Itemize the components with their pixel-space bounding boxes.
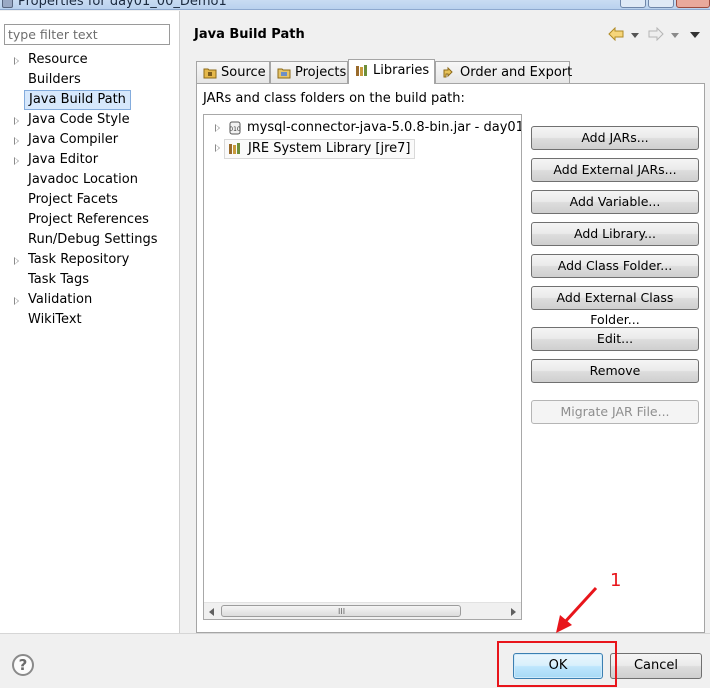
view-menu-icon[interactable] bbox=[690, 32, 700, 38]
tree-item-label: Java Build Path bbox=[24, 90, 131, 110]
tree-item-builders[interactable]: Builders bbox=[0, 70, 180, 90]
tree-item-label: Run/Debug Settings bbox=[28, 232, 158, 247]
tree-item-label: Java Compiler bbox=[28, 132, 119, 147]
tree-item-javadoc-location[interactable]: Javadoc Location bbox=[0, 170, 180, 190]
tree-item-java-editor[interactable]: Java Editor bbox=[0, 150, 180, 170]
properties-nav-pane: Resource Builders Java Build Path Java C… bbox=[0, 11, 180, 633]
scrollbar-thumb[interactable]: III bbox=[221, 605, 461, 617]
tree-item-resource[interactable]: Resource bbox=[0, 50, 180, 70]
tree-item-project-facets[interactable]: Project Facets bbox=[0, 190, 180, 210]
add-class-folder-button[interactable]: Add Class Folder... bbox=[531, 254, 699, 278]
project-folder-icon bbox=[277, 68, 291, 79]
tree-item-wikitext[interactable]: WikiText bbox=[0, 310, 180, 330]
order-export-icon bbox=[443, 66, 453, 78]
scroll-left-icon[interactable] bbox=[209, 608, 214, 616]
libraries-caption: JARs and class folders on the build path… bbox=[203, 91, 465, 106]
filter-input[interactable] bbox=[4, 24, 170, 45]
tree-item-label: Project References bbox=[28, 212, 149, 227]
expand-arrow-icon[interactable] bbox=[14, 137, 19, 145]
add-external-class-folder-button[interactable]: Add External Class Folder... bbox=[531, 286, 699, 327]
tree-item-label: Java Editor bbox=[28, 152, 99, 167]
tree-item-label: Javadoc Location bbox=[28, 172, 138, 187]
jar-file-icon: 010 bbox=[229, 121, 241, 135]
properties-content-pane: Java Build Path Source Projects Librarie… bbox=[181, 11, 710, 633]
expand-arrow-icon[interactable] bbox=[14, 157, 19, 165]
tree-item-project-references[interactable]: Project References bbox=[0, 210, 180, 230]
tab-label: Projects bbox=[295, 65, 347, 80]
tree-item-label: Resource bbox=[28, 52, 88, 67]
tree-item-label: Java Code Style bbox=[28, 112, 130, 127]
expand-arrow-icon[interactable] bbox=[215, 144, 220, 152]
list-item-label: mysql-connector-java-5.0.8-bin.jar - day… bbox=[247, 120, 521, 135]
forward-arrow-icon[interactable] bbox=[648, 27, 664, 41]
expand-arrow-icon[interactable] bbox=[14, 257, 19, 265]
tree-item-run-debug-settings[interactable]: Run/Debug Settings bbox=[0, 230, 180, 250]
libraries-icon bbox=[356, 65, 367, 76]
expand-arrow-icon[interactable] bbox=[14, 297, 19, 305]
scrollbar-grip: III bbox=[338, 607, 346, 616]
expand-arrow-icon[interactable] bbox=[215, 124, 220, 132]
libraries-tab-panel: JARs and class folders on the build path… bbox=[196, 83, 705, 633]
tab-order-and-export[interactable]: Order and Export bbox=[435, 61, 573, 83]
add-library-button[interactable]: Add Library... bbox=[531, 222, 699, 246]
expand-arrow-icon[interactable] bbox=[14, 57, 19, 65]
annotation-arrow-icon bbox=[556, 586, 598, 633]
annotation-number: 1 bbox=[610, 570, 622, 591]
window-title: Properties for day01_00_Demo1 bbox=[18, 0, 227, 9]
cancel-button[interactable]: Cancel bbox=[610, 653, 702, 679]
tab-label: Source bbox=[221, 65, 266, 80]
scroll-right-icon[interactable] bbox=[511, 608, 516, 616]
tree-item-java-build-path[interactable]: Java Build Path bbox=[0, 90, 180, 110]
library-icon bbox=[229, 143, 240, 154]
edit-button[interactable]: Edit... bbox=[531, 327, 699, 351]
tree-item-label: Builders bbox=[28, 72, 81, 87]
tab-libraries[interactable]: Libraries bbox=[348, 59, 435, 84]
libraries-list[interactable]: 010 mysql-connector-java-5.0.8-bin.jar -… bbox=[203, 114, 522, 620]
add-external-jars-button[interactable]: Add External JARs... bbox=[531, 158, 699, 182]
remove-button[interactable]: Remove bbox=[531, 359, 699, 383]
tree-item-label: Project Facets bbox=[28, 192, 118, 207]
source-folder-icon bbox=[203, 68, 217, 79]
tab-label: Libraries bbox=[373, 63, 430, 78]
list-item-mysql-jar[interactable]: 010 mysql-connector-java-5.0.8-bin.jar -… bbox=[204, 118, 521, 138]
page-title: Java Build Path bbox=[194, 27, 305, 42]
back-arrow-icon[interactable] bbox=[608, 27, 624, 41]
tab-label: Order and Export bbox=[460, 65, 573, 80]
maximize-button[interactable] bbox=[648, 0, 674, 8]
list-item-label: JRE System Library [jre7] bbox=[224, 139, 415, 159]
horizontal-scrollbar[interactable]: III bbox=[204, 602, 521, 619]
tree-item-validation[interactable]: Validation bbox=[0, 290, 180, 310]
tab-source[interactable]: Source bbox=[196, 61, 270, 83]
build-path-tabs: Source Projects Libraries Order and Expo… bbox=[196, 59, 573, 84]
list-item-jre-system-library[interactable]: JRE System Library [jre7] bbox=[204, 138, 521, 159]
add-jars-button[interactable]: Add JARs... bbox=[531, 126, 699, 150]
add-variable-button[interactable]: Add Variable... bbox=[531, 190, 699, 214]
close-button[interactable] bbox=[676, 0, 710, 8]
tree-item-label: Task Repository bbox=[28, 252, 130, 267]
tree-item-java-code-style[interactable]: Java Code Style bbox=[0, 110, 180, 130]
tree-item-task-tags[interactable]: Task Tags bbox=[0, 270, 180, 290]
app-icon bbox=[2, 0, 13, 8]
minimize-button[interactable] bbox=[620, 0, 646, 8]
svg-text:010: 010 bbox=[229, 126, 241, 133]
tree-item-label: WikiText bbox=[28, 312, 82, 327]
tree-item-label: Task Tags bbox=[28, 272, 89, 287]
tree-item-java-compiler[interactable]: Java Compiler bbox=[0, 130, 180, 150]
help-icon[interactable]: ? bbox=[12, 654, 34, 676]
tab-projects[interactable]: Projects bbox=[270, 61, 348, 83]
tree-item-label: Validation bbox=[28, 292, 93, 307]
properties-tree: Resource Builders Java Build Path Java C… bbox=[0, 50, 180, 330]
back-dropdown-icon[interactable] bbox=[631, 33, 639, 38]
forward-dropdown-icon[interactable] bbox=[671, 33, 679, 38]
expand-arrow-icon[interactable] bbox=[14, 117, 19, 125]
tree-item-task-repository[interactable]: Task Repository bbox=[0, 250, 180, 270]
migrate-jar-button[interactable]: Migrate JAR File... bbox=[531, 400, 699, 424]
window-titlebar: Properties for day01_00_Demo1 bbox=[0, 0, 710, 10]
annotation-highlight-box bbox=[497, 641, 617, 687]
